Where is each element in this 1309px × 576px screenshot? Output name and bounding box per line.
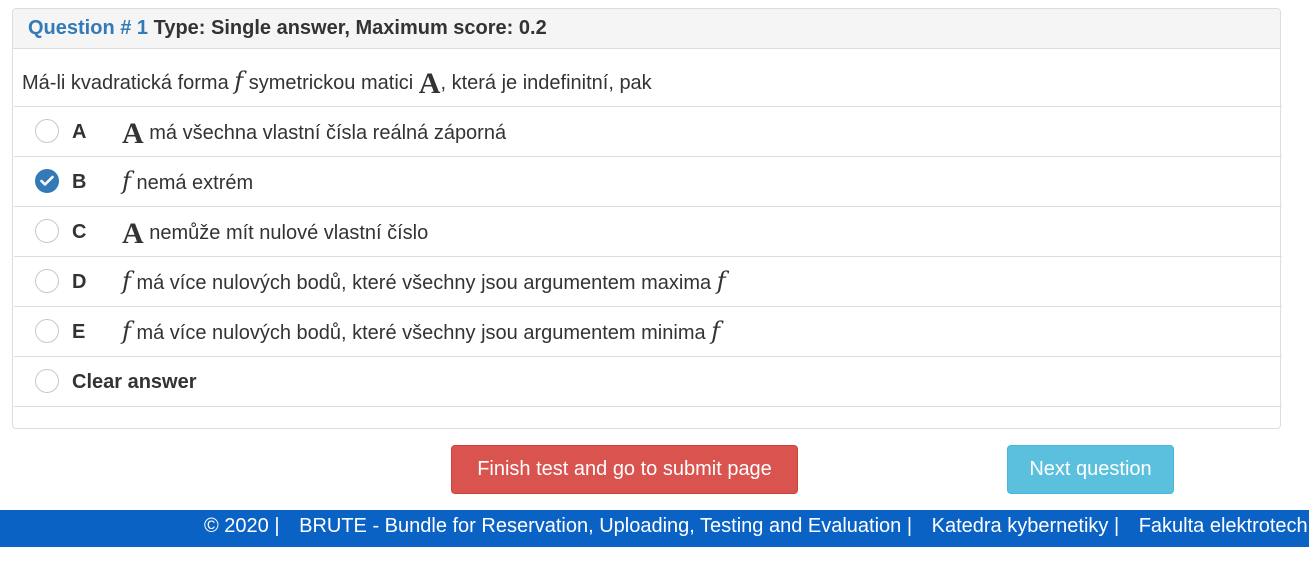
option-letter: E [72, 321, 86, 343]
math-matrix-a: A [122, 117, 144, 150]
question-number-link[interactable]: Question # 1 [28, 17, 148, 39]
option-label: má více nulových bodů, které všechny jso… [136, 272, 712, 294]
option-letter: B [72, 171, 87, 193]
radio-button[interactable] [35, 269, 59, 293]
option-letter: D [72, 271, 87, 293]
math-matrix-a: A [122, 217, 144, 250]
radio-button[interactable] [35, 119, 59, 143]
math-f: f [234, 67, 244, 95]
option-a[interactable]: A A má všechna vlastní čísla reálná zápo… [14, 107, 1282, 157]
radio-button[interactable] [35, 369, 59, 393]
option-d[interactable]: D f má více nulových bodů, které všechny… [14, 257, 1282, 307]
footer-brute-link[interactable]: BRUTE - Bundle for Reservation, Uploadin… [299, 515, 912, 537]
option-letter: A [72, 121, 87, 143]
footer-content: © 2020 | BRUTE - Bundle for Reservation,… [204, 515, 1309, 538]
option-label: má více nulových bodů, které všechny jso… [136, 322, 706, 344]
option-text: f má více nulových bodů, které všechny j… [122, 267, 726, 295]
question-text: Má-li kvadratická forma f symetrickou ma… [22, 67, 652, 101]
question-type: Type: Single answer, Maximum score: 0.2 [153, 17, 547, 39]
next-question-button[interactable]: Next question [1007, 445, 1174, 494]
footer-fakulta-link[interactable]: Fakulta elektrotechnická [1139, 515, 1309, 537]
option-b[interactable]: B f nemá extrém [14, 157, 1282, 207]
footer-katedra-link[interactable]: Katedra kybernetiky | [932, 515, 1120, 537]
option-text: A má všechna vlastní čísla reálná záporn… [122, 117, 506, 151]
math-f: f [122, 267, 131, 295]
option-letter: C [72, 221, 87, 243]
option-text: A nemůže mít nulové vlastní číslo [122, 217, 428, 251]
answer-options: A A má všechna vlastní čísla reálná zápo… [14, 106, 1282, 407]
option-c[interactable]: C A nemůže mít nulové vlastní číslo [14, 207, 1282, 257]
question-text-part-1: Má-li kvadratická forma [22, 72, 229, 94]
option-text: f nemá extrém [122, 167, 253, 195]
math-f-suffix: f [716, 267, 726, 295]
question-panel: Question # 1 Type: Single answer, Maximu… [12, 8, 1282, 429]
option-e[interactable]: E f má více nulových bodů, které všechny… [14, 307, 1282, 357]
finish-test-button[interactable]: Finish test and go to submit page [451, 445, 798, 494]
option-label: má všechna vlastní čísla reálná záporná [149, 122, 507, 144]
option-label: nemá extrém [136, 172, 254, 194]
radio-button[interactable] [35, 219, 59, 243]
check-icon [40, 175, 54, 186]
math-f-suffix: f [711, 317, 721, 345]
question-text-part-3: , která je indefinitní, pak [440, 72, 652, 94]
clear-answer-label: Clear answer [72, 371, 197, 393]
radio-button-checked[interactable] [35, 169, 59, 193]
radio-button[interactable] [35, 319, 59, 343]
question-text-part-2: symetrickou matici [248, 72, 414, 94]
math-matrix-a: A [418, 67, 441, 100]
option-text: f má více nulových bodů, které všechny j… [122, 317, 720, 345]
option-label: nemůže mít nulové vlastní číslo [149, 222, 429, 244]
clear-answer-option[interactable]: Clear answer [14, 357, 1282, 407]
math-f: f [122, 317, 131, 345]
footer: © 2020 | BRUTE - Bundle for Reservation,… [0, 510, 1309, 547]
math-f: f [122, 167, 131, 195]
footer-copyright: © 2020 | [204, 515, 280, 537]
question-header: Question # 1 Type: Single answer, Maximu… [13, 9, 1280, 49]
